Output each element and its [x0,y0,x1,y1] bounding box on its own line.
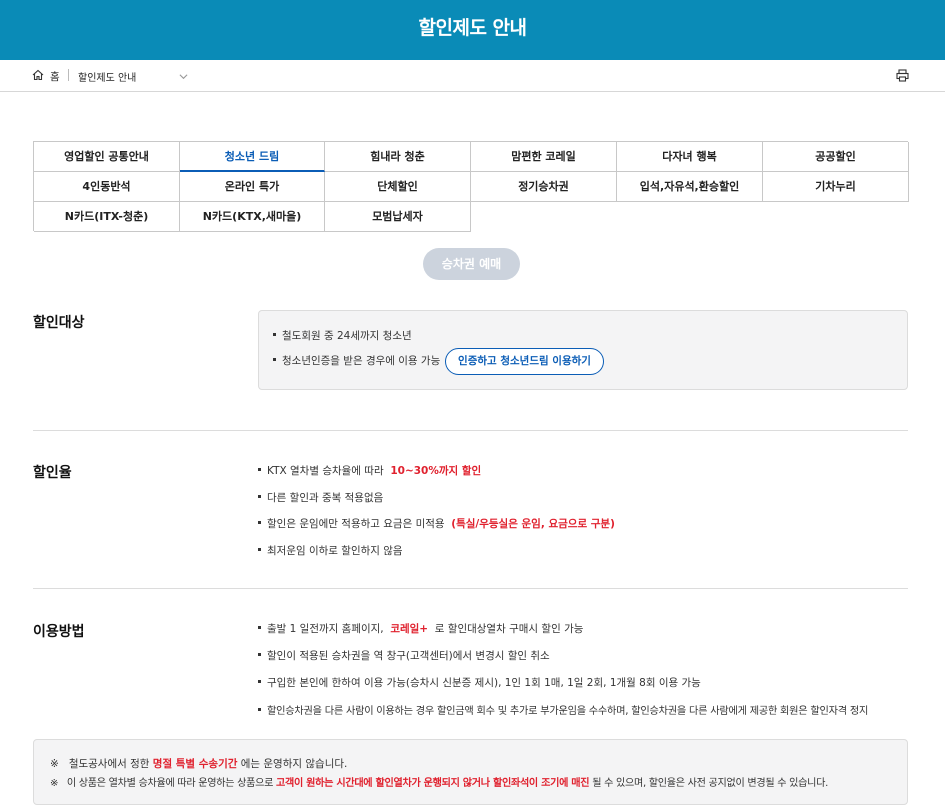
notice-line: ※ 철도공사에서 정한 명절 특별 수송기간 에는 운영하지 않습니다. [50,758,348,770]
breadcrumb-divider [68,69,69,81]
reserve-ticket-button[interactable]: 승차권 예매 [423,248,520,280]
tab-item[interactable]: 모범납세자 [325,202,471,232]
chevron-down-icon[interactable] [179,72,188,81]
tab-item[interactable]: 다자녀 행복 [617,142,763,172]
notice-line: ※ 이 상품은 열차별 승차율에 따라 운영하는 상품으로 고객이 원하는 시간… [50,778,828,789]
notice-box: ※ 철도공사에서 정한 명절 특별 수송기간 에는 운영하지 않습니다. ※ 이… [33,739,908,805]
tab-item[interactable]: N카드(KTX,새마을) [180,202,325,232]
list-item: 출발 1 일전까지 홈페이지, 코레일+ 로 할인대상열차 구매시 할인 가능 [258,621,583,636]
korail-plus-link: 코레일+ [390,623,429,635]
tab-item[interactable]: 온라인 특가 [180,172,325,202]
list-item: 할인은 운임에만 적용하고 요금은 미적용 (특실/우등실은 운임, 요금으로 … [258,516,615,531]
tab-item[interactable]: 4인동반석 [34,172,180,202]
tab-item[interactable]: 공공할인 [763,142,909,172]
list-item: 철도회원 중 24세까지 청소년 [273,328,412,343]
tab-item[interactable]: 정기승차권 [471,172,617,202]
home-icon[interactable] [32,69,44,81]
divider [33,430,908,431]
list-item: 다른 할인과 중복 적용없음 [258,490,383,505]
section-title-usage: 이용방법 [33,624,85,640]
rate-highlight: 10~30%까지 할인 [390,465,482,477]
section-title-rate: 할인율 [33,465,72,481]
list-item: 할인이 적용된 승차권을 역 창구(고객센터)에서 변경시 할인 취소 [258,648,550,663]
print-icon[interactable] [896,69,909,82]
divider [33,588,908,589]
list-item: KTX 열차별 승차율에 따라 10~30%까지 할인 [258,463,481,478]
list-item: 구입한 본인에 한하여 이용 가능(승차시 신분증 제시), 1인 1회 1매,… [258,675,701,690]
tab-item[interactable]: 입석,자유석,환승할인 [617,172,763,202]
tab-item[interactable]: 힘내라 청춘 [325,142,471,172]
section-title-target: 할인대상 [33,315,85,331]
target-line2: 청소년인증을 받은 경우에 이용 가능 [282,355,441,367]
list-item: 할인승차권을 다른 사람이 이용하는 경우 할인금액 회수 및 추가로 부가운임… [258,702,868,717]
tab-item[interactable]: N카드(ITX-청춘) [34,202,180,232]
tab-item[interactable]: 단체할인 [325,172,471,202]
tab-item[interactable]: 영업할인 공통안내 [34,142,180,172]
rate-note-highlight: (특실/우등실은 운임, 요금으로 구분) [451,518,615,530]
page-title: 할인제도 안내 [418,17,528,39]
tab-item[interactable]: 청소년 드림 [180,142,325,172]
verify-youth-button[interactable]: 인증하고 청소년드림 이용하기 [445,348,604,375]
tab-item[interactable]: 기차누리 [763,172,909,202]
breadcrumb: 홈 할인제도 안내 [0,60,945,92]
breadcrumb-home[interactable]: 홈 [50,69,60,84]
page-header: 할인제도 안내 [0,0,945,60]
breadcrumb-current[interactable]: 할인제도 안내 [78,69,136,84]
tab-item[interactable]: 맘편한 코레일 [471,142,617,172]
target-line1: 철도회원 중 24세까지 청소년 [282,330,412,342]
list-item: 청소년인증을 받은 경우에 이용 가능 [273,353,440,368]
list-item: 최저운임 이하로 할인하지 않음 [258,543,403,558]
discount-tabs: 영업할인 공통안내 청소년 드림 힘내라 청춘 맘편한 코레일 다자녀 행복 공공할인 4인… [33,141,909,232]
